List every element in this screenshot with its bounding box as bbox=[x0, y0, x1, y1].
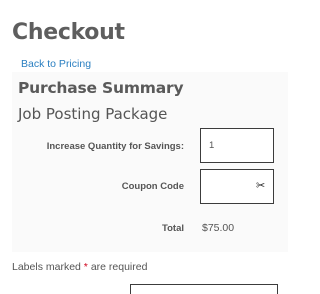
summary-title: Purchase Summary bbox=[18, 79, 184, 97]
scissors-icon[interactable]: ✂ bbox=[256, 180, 265, 193]
required-note: Labels marked * are required bbox=[12, 261, 147, 274]
required-suffix: are required bbox=[90, 261, 148, 273]
total-label: Total bbox=[162, 223, 184, 234]
coupon-label: Coupon Code bbox=[121, 181, 184, 192]
next-form-field[interactable] bbox=[130, 284, 278, 294]
package-name: Job Posting Package bbox=[18, 105, 168, 123]
quantity-input[interactable] bbox=[200, 128, 274, 163]
page-title: Checkout bbox=[12, 20, 125, 45]
quantity-label: Increase Quantity for Savings: bbox=[46, 141, 184, 152]
required-prefix: Labels marked bbox=[12, 261, 81, 273]
required-asterisk: * bbox=[83, 261, 88, 273]
total-value: $75.00 bbox=[202, 222, 235, 234]
back-to-pricing-link[interactable]: Back to Pricing bbox=[21, 57, 91, 71]
